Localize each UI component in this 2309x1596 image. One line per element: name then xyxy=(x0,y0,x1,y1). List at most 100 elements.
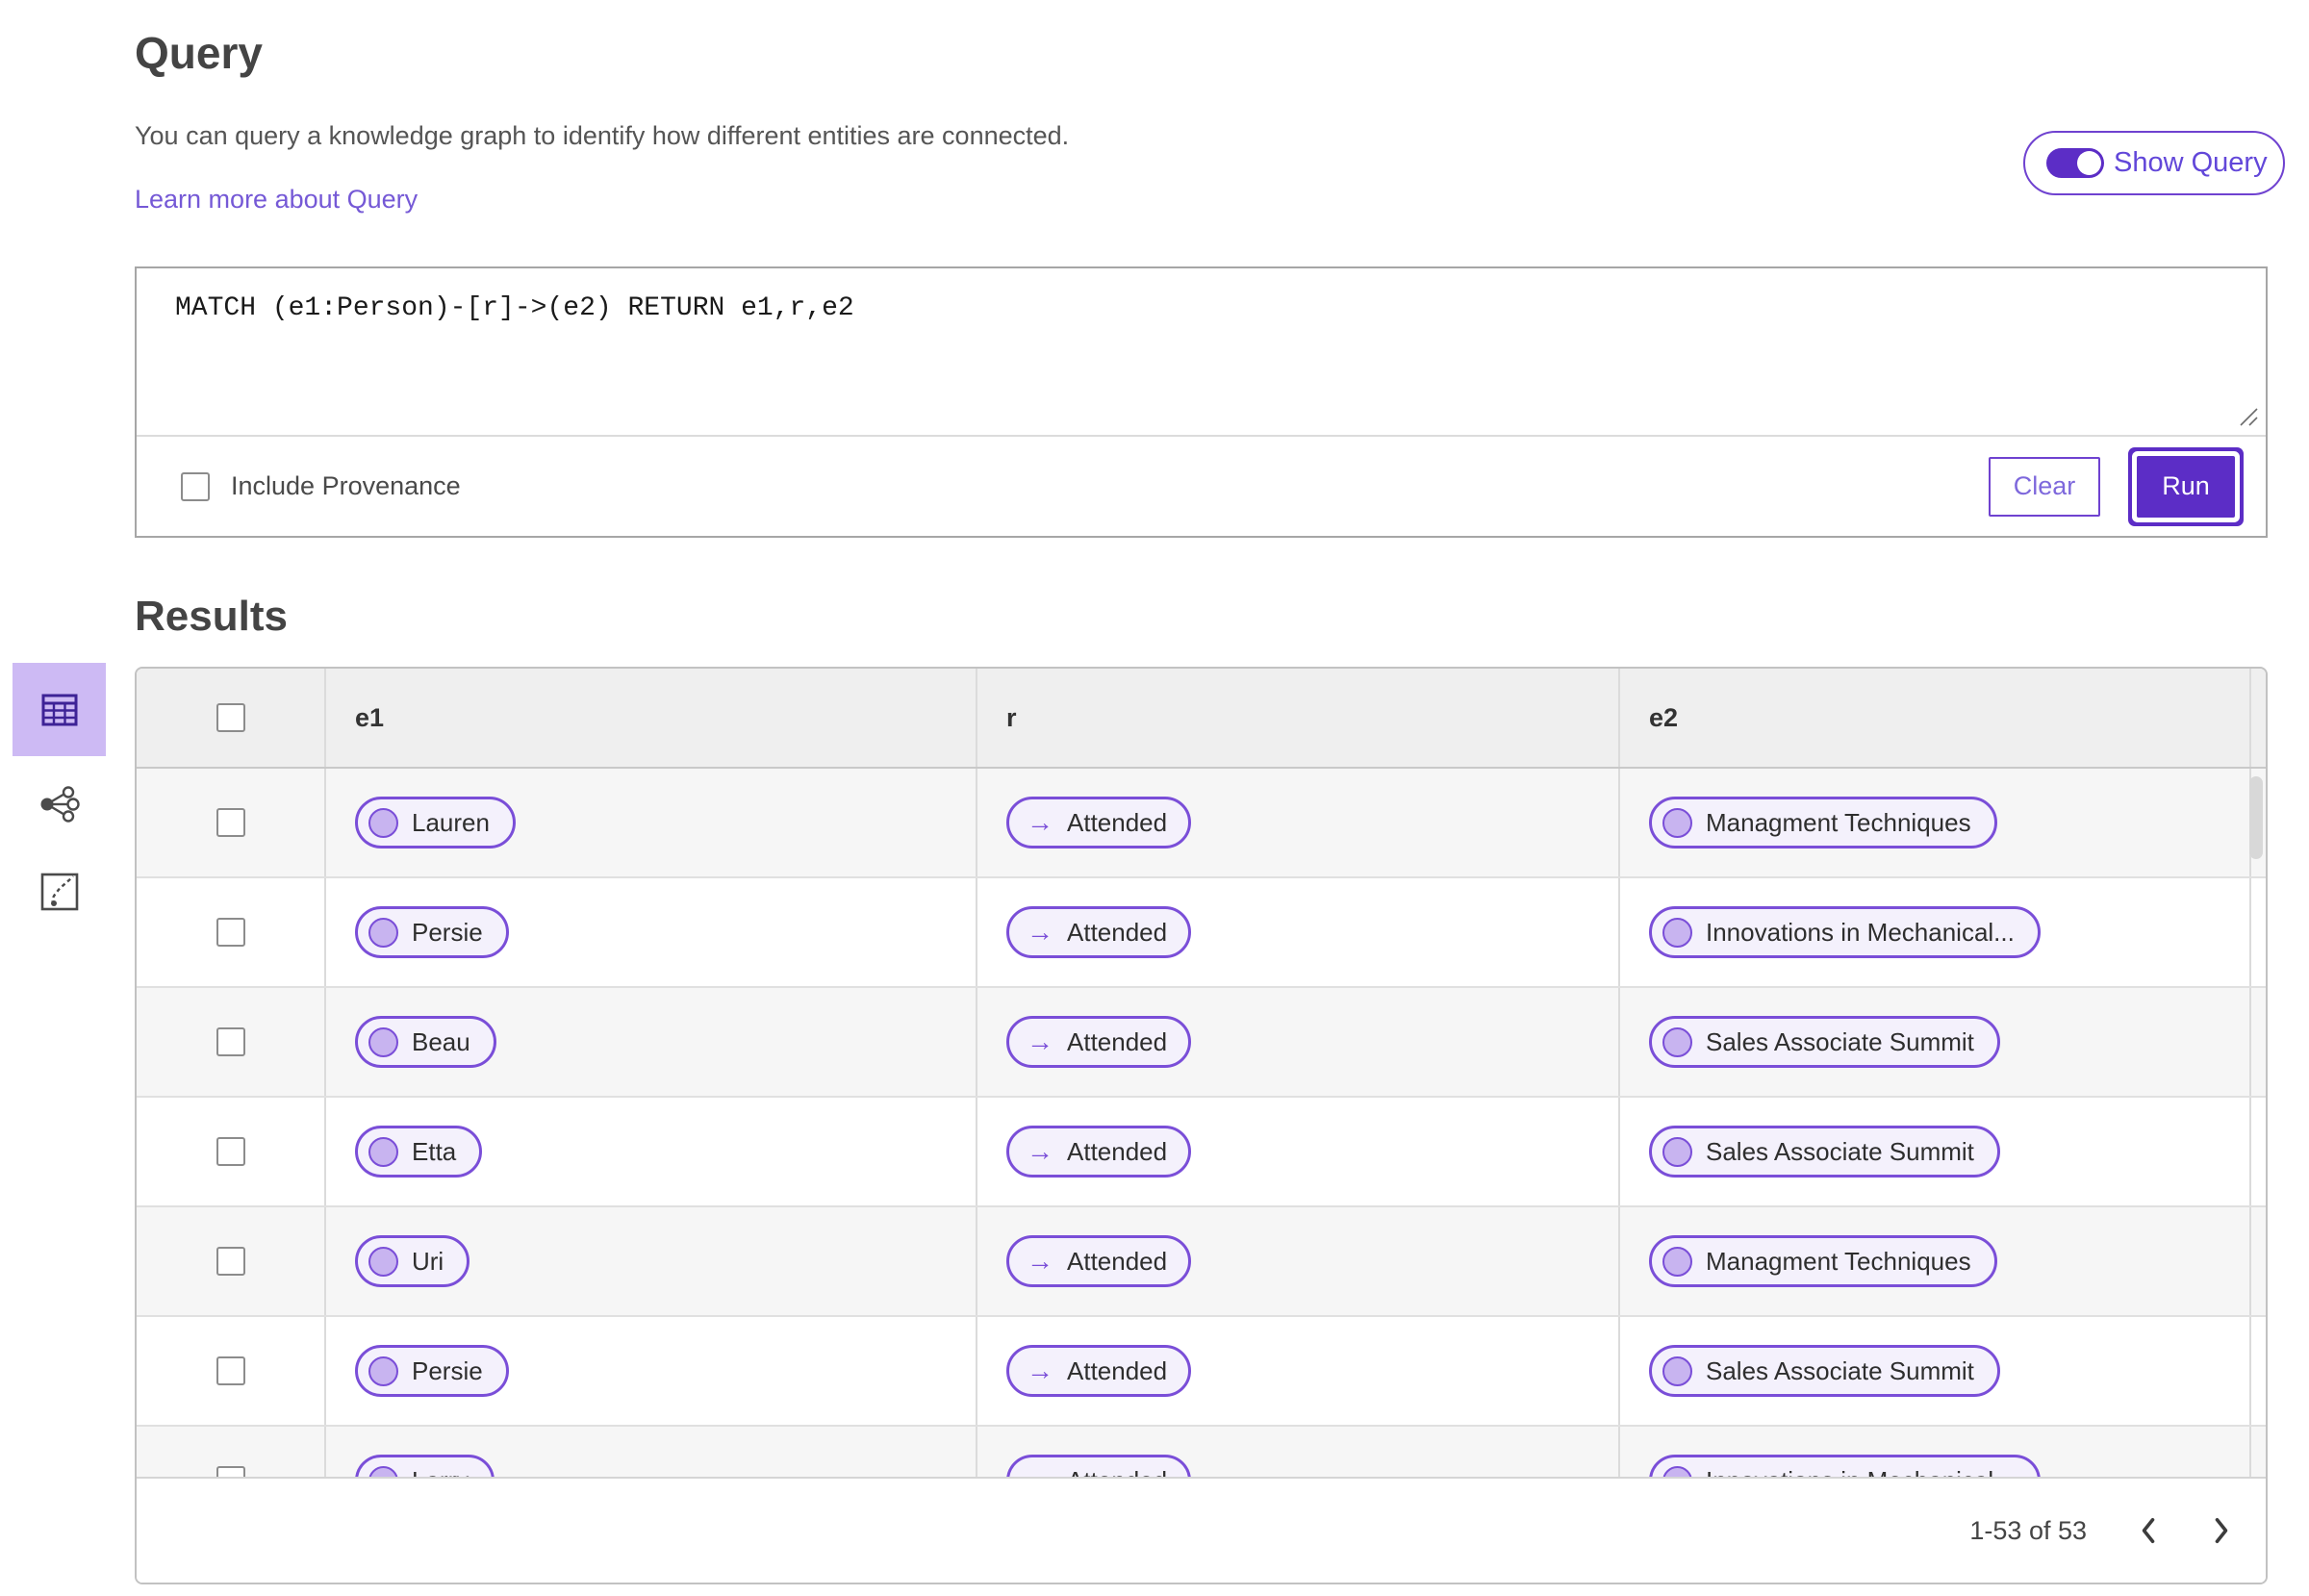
entity-label: Persie xyxy=(412,917,483,947)
chevron-right-icon xyxy=(2215,1517,2228,1544)
table-row: Lauren → Attended Managment Techniques xyxy=(137,769,2266,878)
table-row: Persie → Attended Sales Associate Summit xyxy=(137,1317,2266,1427)
entity-label: Sales Associate Summit xyxy=(1706,1026,1974,1056)
entity-label: Persie xyxy=(412,1355,483,1385)
run-button[interactable]: Run xyxy=(2137,455,2235,518)
relation-label: Attended xyxy=(1067,1355,1168,1385)
results-view-switcher xyxy=(13,663,106,914)
graph-view-icon xyxy=(40,786,80,823)
pagination-range: 1-53 of 53 xyxy=(1969,1515,2087,1545)
relation-label: Attended xyxy=(1067,1136,1168,1166)
table-row: Etta → Attended Sales Associate Summit xyxy=(137,1098,2266,1207)
path-view-button[interactable] xyxy=(13,870,106,914)
path-view-icon xyxy=(40,873,78,911)
scrollbar-gutter xyxy=(2249,878,2266,986)
relation-label: Attended xyxy=(1067,917,1168,947)
pagination-bar: 1-53 of 53 xyxy=(137,1477,2266,1583)
entity-label: Uri xyxy=(412,1246,444,1276)
clear-button[interactable]: Clear xyxy=(1989,456,2100,517)
entity-node-icon xyxy=(1662,1246,1692,1277)
entity-pill[interactable]: Managment Techniques xyxy=(1649,797,1997,849)
graph-view-button[interactable] xyxy=(13,782,106,826)
row-checkbox[interactable] xyxy=(216,808,245,837)
entity-label: Sales Associate Summit xyxy=(1706,1355,1974,1385)
scrollbar-gutter xyxy=(2249,988,2266,1096)
header-checkbox-cell xyxy=(137,669,324,767)
entity-pill[interactable]: Lauren xyxy=(355,797,516,849)
row-checkbox[interactable] xyxy=(216,1356,245,1385)
learn-more-link[interactable]: Learn more about Query xyxy=(135,185,418,215)
next-page-button[interactable] xyxy=(2198,1502,2245,1559)
table-row: Persie → Attended Innovations in Mechani… xyxy=(137,878,2266,988)
relation-label: Attended xyxy=(1067,807,1168,837)
relation-pill[interactable]: → Attended xyxy=(1006,906,1192,958)
entity-pill[interactable]: Managment Techniques xyxy=(1649,1235,1997,1287)
entity-pill[interactable]: Sales Associate Summit xyxy=(1649,1126,2000,1178)
relation-pill[interactable]: → Attended xyxy=(1006,1235,1192,1287)
arrow-right-icon: → xyxy=(1027,1026,1053,1056)
relation-label: Attended xyxy=(1067,1246,1168,1276)
toggle-switch-icon xyxy=(2046,148,2104,178)
table-row: Uri → Attended Managment Techniques xyxy=(137,1207,2266,1317)
entity-node-icon xyxy=(368,1026,398,1057)
entity-node-icon xyxy=(368,807,398,838)
entity-pill[interactable]: Innovations in Mechanical... xyxy=(1649,906,2041,958)
entity-label: Sales Associate Summit xyxy=(1706,1136,1974,1166)
row-checkbox[interactable] xyxy=(216,1027,245,1056)
arrow-right-icon: → xyxy=(1027,1355,1053,1385)
entity-node-icon xyxy=(1662,917,1692,948)
relation-pill[interactable]: → Attended xyxy=(1006,1016,1192,1068)
query-editor-container: MATCH (e1:Person)-[r]->(e2) RETURN e1,r,… xyxy=(135,266,2268,538)
previous-page-button[interactable] xyxy=(2125,1502,2171,1559)
toggle-knob xyxy=(2077,151,2101,175)
show-query-toggle[interactable]: Show Query xyxy=(2023,131,2285,195)
relation-label: Attended xyxy=(1067,1026,1168,1056)
column-header-e1[interactable]: e1 xyxy=(324,669,976,767)
row-checkbox[interactable] xyxy=(216,1247,245,1276)
table-view-icon xyxy=(41,694,77,725)
entity-pill[interactable]: Beau xyxy=(355,1016,496,1068)
entity-label: Beau xyxy=(412,1026,470,1056)
relation-pill[interactable]: → Attended xyxy=(1006,1345,1192,1397)
entity-node-icon xyxy=(368,1355,398,1386)
relation-pill[interactable]: → Attended xyxy=(1006,797,1192,849)
entity-label: Managment Techniques xyxy=(1706,1246,1971,1276)
include-provenance-checkbox[interactable] xyxy=(181,471,210,501)
row-checkbox[interactable] xyxy=(216,918,245,947)
query-toolbar: Include Provenance Clear Run xyxy=(137,437,2266,536)
scrollbar-gutter xyxy=(2249,669,2266,767)
select-all-checkbox[interactable] xyxy=(216,703,245,732)
query-heading: Query xyxy=(135,28,263,78)
scrollbar-gutter xyxy=(2249,1317,2266,1425)
table-view-button[interactable] xyxy=(13,663,106,756)
query-description: You can query a knowledge graph to ident… xyxy=(135,121,1070,150)
entity-pill[interactable]: Sales Associate Summit xyxy=(1649,1016,2000,1068)
entity-pill[interactable]: Uri xyxy=(355,1235,470,1287)
arrow-right-icon: → xyxy=(1027,807,1053,837)
include-provenance-label: Include Provenance xyxy=(231,471,461,500)
entity-label: Innovations in Mechanical... xyxy=(1706,917,2015,947)
scrollbar-gutter xyxy=(2249,1207,2266,1315)
relation-pill[interactable]: → Attended xyxy=(1006,1126,1192,1178)
scrollbar-gutter xyxy=(2249,1098,2266,1205)
vertical-scrollbar-thumb[interactable] xyxy=(2249,776,2263,859)
entity-node-icon xyxy=(368,1136,398,1167)
column-header-e2[interactable]: e2 xyxy=(1618,669,2249,767)
entity-node-icon xyxy=(368,1246,398,1277)
column-header-r[interactable]: r xyxy=(976,669,1618,767)
query-editor[interactable]: MATCH (e1:Person)-[r]->(e2) RETURN e1,r,… xyxy=(137,268,2266,435)
entity-node-icon xyxy=(368,917,398,948)
row-checkbox[interactable] xyxy=(216,1137,245,1166)
resize-handle-icon[interactable] xyxy=(2237,405,2260,428)
entity-node-icon xyxy=(1662,1026,1692,1057)
entity-pill[interactable]: Persie xyxy=(355,1345,509,1397)
arrow-right-icon: → xyxy=(1027,1246,1053,1276)
entity-pill[interactable]: Etta xyxy=(355,1126,483,1178)
entity-label: Lauren xyxy=(412,807,490,837)
table-header-row: e1 r e2 xyxy=(137,669,2266,769)
chevron-left-icon xyxy=(2142,1517,2155,1544)
show-query-label: Show Query xyxy=(2114,147,2268,178)
entity-pill[interactable]: Persie xyxy=(355,906,509,958)
entity-node-icon xyxy=(1662,1136,1692,1167)
entity-pill[interactable]: Sales Associate Summit xyxy=(1649,1345,2000,1397)
